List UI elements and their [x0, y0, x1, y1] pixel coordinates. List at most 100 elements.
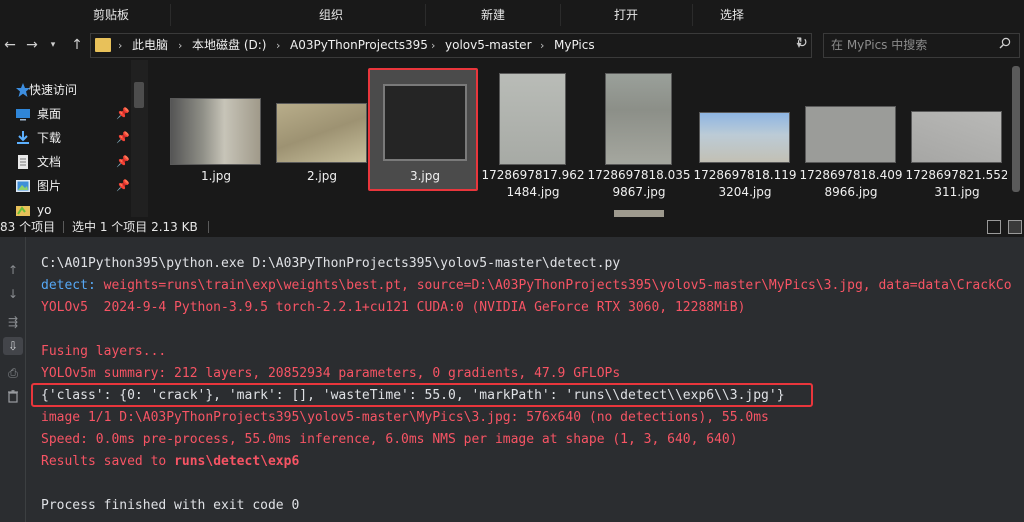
large-icons-view-icon[interactable] — [1008, 220, 1022, 234]
sidebar-item-label: 下载 — [37, 131, 62, 145]
status-divider — [63, 221, 64, 233]
console-line-image-result: image 1/1 D:\A03PyThonProjects395\yolov5… — [41, 410, 769, 425]
back-arrow-icon[interactable]: ← — [0, 35, 20, 55]
sidebar-item-documents[interactable]: 文档 📌 — [0, 150, 148, 174]
sidebar-item-label: 快速访问 — [29, 83, 78, 97]
sidebar-item-desktop[interactable]: 桌面 📌 — [0, 102, 148, 126]
console-line-exit: Process finished with exit code 0 — [41, 498, 300, 513]
image-thumbnail — [699, 112, 790, 163]
sidebar-item-label: 图片 — [37, 179, 62, 193]
chevron-right-icon[interactable]: › — [431, 34, 435, 57]
folder-icon — [15, 202, 31, 217]
search-icon[interactable] — [997, 37, 1013, 53]
pin-icon[interactable]: 📌 — [116, 102, 130, 126]
sidebar-item-label: 文档 — [37, 155, 62, 169]
search-box[interactable]: 在 MyPics 中搜索 — [823, 33, 1020, 58]
ribbon-divider — [560, 4, 561, 26]
console-line-command: C:\A01Python395\python.exe D:\A03PyThonP… — [41, 256, 621, 271]
file-item-6[interactable]: 1728697818.1193204.jpg — [691, 67, 799, 207]
pin-icon[interactable]: 📌 — [116, 174, 130, 198]
search-placeholder: 在 MyPics 中搜索 — [831, 38, 928, 52]
ribbon-divider — [425, 4, 426, 26]
breadcrumb-this-pc[interactable]: 此电脑 — [132, 34, 168, 57]
file-name: 1728697821.552311.jpg — [905, 168, 1007, 199]
image-thumbnail — [499, 73, 566, 165]
sidebar-item-downloads[interactable]: 下载 📌 — [0, 126, 148, 150]
chevron-right-icon[interactable]: › — [540, 34, 544, 57]
detect-prefix: detect: — [41, 278, 104, 293]
navigation-bar: ← → ▾ ↑ › 此电脑 › 本地磁盘 (D:) › A03PyThonPro… — [0, 31, 1024, 59]
file-name: 1728697818.4098966.jpg — [799, 168, 903, 199]
console-line-detect-args: detect: weights=runs\train\exp\weights\b… — [41, 275, 1012, 297]
file-grid: 1.jpg 2.jpg 3.jpg 1728697817.9621484.jpg… — [148, 60, 1007, 217]
file-name: 3.jpg — [409, 169, 441, 183]
file-item-7[interactable]: 1728697818.4098966.jpg — [797, 67, 905, 207]
breadcrumb-local-disk[interactable]: 本地磁盘 (D:) — [192, 34, 266, 57]
address-bar[interactable]: › 此电脑 › 本地磁盘 (D:) › A03PyThonProjects395… — [90, 33, 812, 58]
ribbon-group-clipboard[interactable]: 剪贴板 — [70, 0, 152, 31]
sidebar-scrollbar-thumb[interactable] — [134, 82, 144, 108]
pin-icon[interactable]: 📌 — [116, 126, 130, 150]
scroll-to-end-icon[interactable]: ⇩ — [3, 337, 23, 355]
status-bar: 83 个项目 选中 1 个项目 2.13 KB — [0, 217, 1024, 237]
image-thumbnail — [605, 73, 672, 165]
image-thumbnail-partial[interactable] — [614, 210, 664, 217]
console-line-speed: Speed: 0.0ms pre-process, 55.0ms inferen… — [41, 432, 738, 447]
ribbon-group-new[interactable]: 新建 — [452, 0, 534, 31]
details-view-icon[interactable] — [987, 220, 1001, 234]
results-path: runs\detect\exp6 — [174, 454, 300, 469]
download-icon — [15, 130, 31, 146]
ribbon-group-open[interactable]: 打开 — [585, 0, 667, 31]
file-name: 1.jpg — [200, 169, 232, 183]
status-divider — [208, 221, 209, 233]
console-toolbar: ↑ ↓ ⇶ ⇩ ⎙ — [0, 237, 26, 522]
sidebar-item-yo[interactable]: yo — [0, 198, 148, 217]
file-name: 2.jpg — [306, 169, 338, 183]
image-thumbnail — [276, 103, 367, 163]
file-item-5[interactable]: 1728697818.0359867.jpg — [585, 67, 693, 207]
file-grid-scrollbar-thumb[interactable] — [1012, 66, 1020, 192]
file-item-1[interactable]: 1.jpg — [162, 67, 270, 207]
chevron-right-icon[interactable]: › — [276, 34, 280, 57]
file-item-3-selected[interactable]: 3.jpg — [368, 68, 478, 191]
recent-locations-chevron-icon[interactable]: ▾ — [43, 35, 63, 55]
folder-icon — [95, 38, 111, 52]
forward-arrow-icon[interactable]: → — [22, 35, 42, 55]
up-arrow-icon[interactable]: ↑ — [67, 35, 87, 55]
file-name: 1728697817.9621484.jpg — [481, 168, 585, 199]
item-count: 83 个项目 — [0, 220, 56, 234]
breadcrumb-projects[interactable]: A03PyThonProjects395 — [290, 34, 428, 57]
refresh-icon[interactable]: ↻ — [794, 35, 810, 51]
detect-args: weights=runs\train\exp\weights\best.pt, … — [103, 278, 1012, 293]
breadcrumb-mypics[interactable]: MyPics — [554, 34, 595, 57]
sidebar-item-quick-access[interactable]: 快速访问 — [0, 78, 148, 102]
navigation-pane: 快速访问 桌面 📌 下载 📌 文档 📌 图片 📌 yo — [0, 60, 148, 217]
results-prefix: Results saved to — [41, 454, 175, 469]
file-item-2[interactable]: 2.jpg — [268, 67, 376, 207]
up-arrow-icon[interactable]: ↑ — [3, 261, 23, 279]
sidebar-item-label: 桌面 — [37, 107, 62, 121]
ribbon-group-select[interactable]: 选择 — [691, 0, 773, 31]
chevron-right-icon[interactable]: › — [178, 34, 182, 57]
file-name: 1728697818.1193204.jpg — [693, 168, 797, 199]
desktop-icon — [15, 106, 31, 122]
chevron-right-icon[interactable]: › — [118, 34, 122, 57]
console-line-yolo-version: YOLOv5 2024-9-4 Python-3.9.5 torch-2.2.1… — [41, 300, 746, 315]
trash-icon[interactable] — [3, 390, 23, 408]
ribbon: 剪贴板 组织 新建 打开 选择 — [0, 0, 1024, 31]
down-arrow-icon[interactable]: ↓ — [3, 285, 23, 303]
sidebar-item-label: yo — [37, 203, 52, 217]
file-item-4[interactable]: 1728697817.9621484.jpg — [479, 67, 587, 207]
console-line-fusing: Fusing layers... — [41, 344, 167, 359]
breadcrumb-yolov5-master[interactable]: yolov5-master — [445, 34, 532, 57]
console-line-summary: YOLOv5m summary: 212 layers, 20852934 pa… — [41, 366, 621, 381]
sidebar-item-pictures[interactable]: 图片 📌 — [0, 174, 148, 198]
file-item-8[interactable]: 1728697821.552311.jpg — [903, 67, 1007, 207]
pin-icon[interactable]: 📌 — [116, 150, 130, 174]
print-icon[interactable]: ⎙ — [3, 364, 23, 382]
soft-wrap-icon[interactable]: ⇶ — [3, 313, 23, 331]
image-thumbnail — [911, 111, 1002, 163]
ribbon-group-organize[interactable]: 组织 — [290, 0, 372, 31]
selection-info: 选中 1 个项目 2.13 KB — [72, 220, 198, 234]
console-line-results-saved: Results saved to runs\detect\exp6 — [41, 451, 299, 473]
